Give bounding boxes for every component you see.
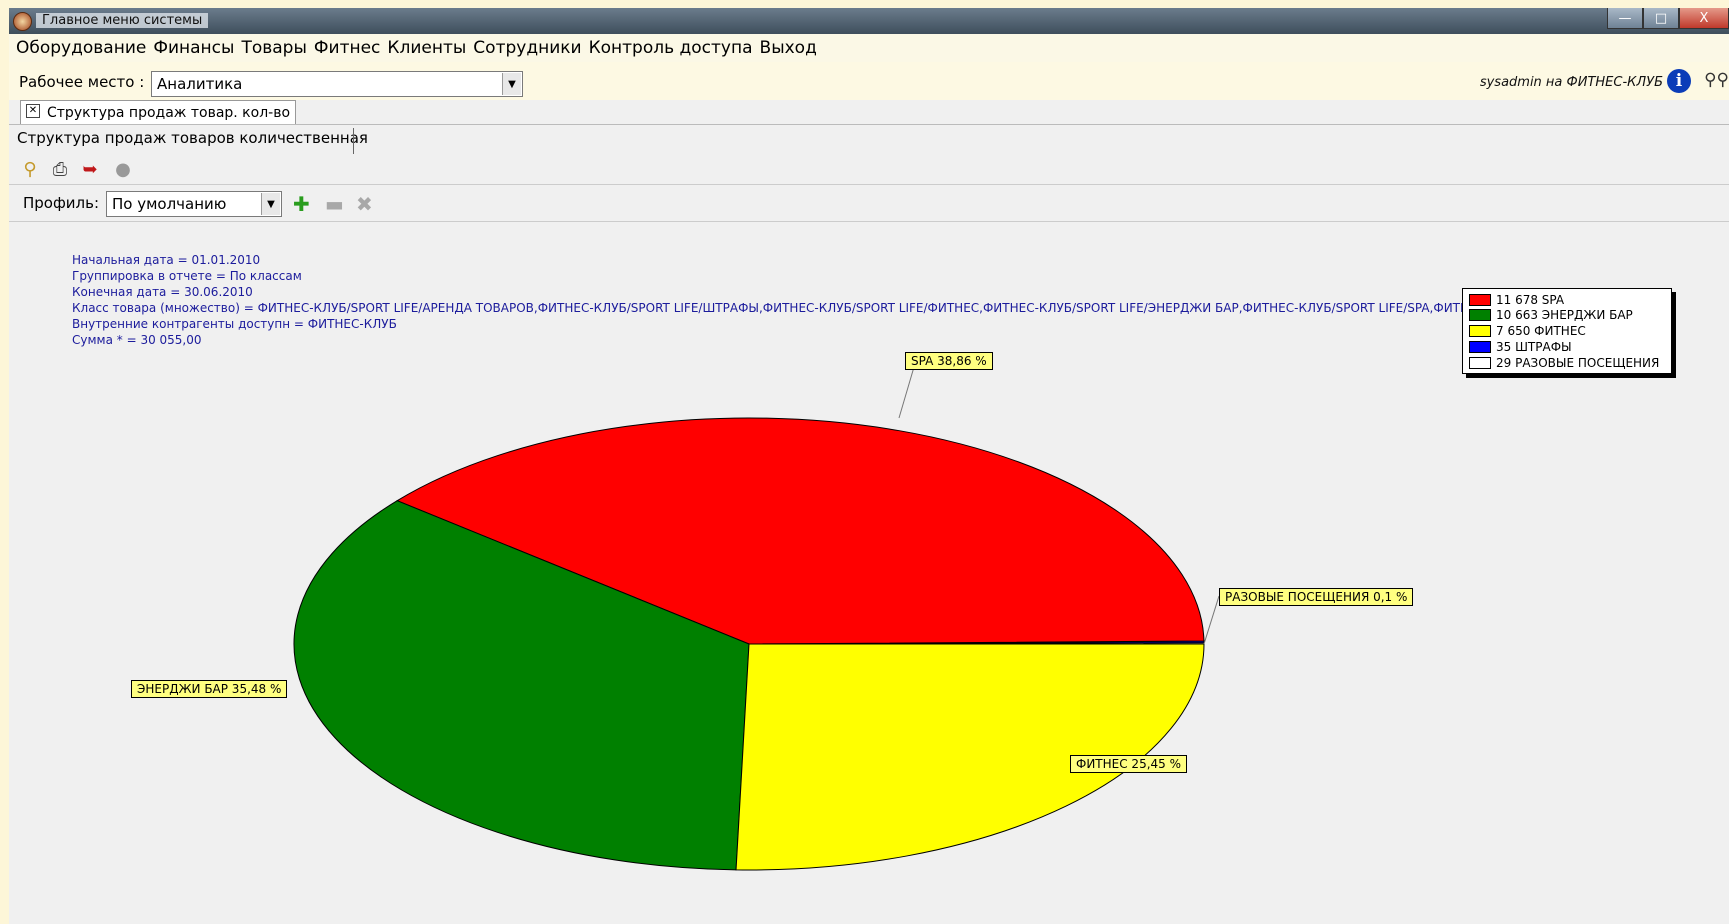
chart-legend: 11 678 SPA 10 663 ЭНЕРДЖИ БАР 7 650 ФИТН… bbox=[1462, 288, 1672, 374]
pie-label-razovye: РАЗОВЫЕ ПОСЕЩЕНИЯ 0,1 % bbox=[1219, 588, 1414, 606]
app-icon bbox=[13, 12, 32, 31]
legend-swatch bbox=[1469, 294, 1491, 306]
close-window-button[interactable]: X bbox=[1679, 8, 1729, 29]
delete-profile-icon[interactable]: ✖ bbox=[356, 192, 373, 216]
legend-swatch bbox=[1469, 309, 1491, 321]
legend-swatch bbox=[1469, 325, 1491, 337]
pie-label-fitness: ФИТНЕС 25,45 % bbox=[1070, 755, 1188, 773]
profile-select-value: По умолчанию bbox=[112, 195, 227, 213]
current-user: sysadmin на ФИТНЕС-КЛУБ bbox=[1479, 75, 1663, 90]
profile-bar: Профиль: По умолчанию ▼ ✚ ▬ ✖ bbox=[9, 184, 1729, 222]
workspace-select[interactable]: Аналитика ▼ bbox=[151, 71, 523, 97]
chevron-down-icon[interactable]: ▼ bbox=[261, 193, 280, 215]
leader-line-razovye bbox=[1203, 595, 1220, 645]
legend-label: 7 650 ФИТНЕС bbox=[1496, 324, 1586, 338]
legend-label: 35 ШТРАФЫ bbox=[1496, 340, 1572, 354]
minimize-button[interactable]: — bbox=[1607, 8, 1643, 29]
info-icon[interactable]: i bbox=[1667, 69, 1691, 93]
report-tab-title: Структура продаж товаров количественная bbox=[17, 129, 368, 147]
add-profile-icon[interactable]: ✚ bbox=[293, 192, 310, 216]
report-toolbar: ⚲ ⎙ ➥ ● bbox=[9, 154, 1729, 184]
menu-employees[interactable]: Сотрудники bbox=[473, 38, 581, 58]
window-title: Главное меню системы bbox=[36, 13, 209, 28]
legend-swatch bbox=[1469, 357, 1491, 369]
menu-exit[interactable]: Выход bbox=[760, 38, 817, 58]
menu-goods[interactable]: Товары bbox=[241, 38, 306, 58]
legend-label: 10 663 ЭНЕРДЖИ БАР bbox=[1496, 308, 1633, 322]
legend-item: 7 650 ФИТНЕС bbox=[1469, 323, 1586, 339]
tab-divider bbox=[353, 128, 354, 154]
print-icon[interactable]: ⎙ bbox=[49, 158, 71, 180]
menu-access-control[interactable]: Контроль доступа bbox=[589, 38, 753, 58]
close-tab-icon[interactable]: ✕ bbox=[26, 104, 40, 118]
pie-label-energy-bar: ЭНЕРДЖИ БАР 35,48 % bbox=[131, 680, 288, 698]
report-area: Начальная дата = 01.01.2010 Группировка … bbox=[9, 222, 1729, 924]
main-window: Главное меню системы — □ X Оборудование Ф… bbox=[9, 8, 1729, 924]
menu-clients[interactable]: Клиенты bbox=[387, 38, 466, 58]
pie-label-spa: SPA 38,86 % bbox=[905, 352, 993, 370]
legend-item: 10 663 ЭНЕРДЖИ БАР bbox=[1469, 307, 1633, 323]
leader-line-spa bbox=[898, 366, 915, 419]
profile-label: Профиль: bbox=[23, 194, 100, 212]
menu-finance[interactable]: Финансы bbox=[153, 38, 234, 58]
person-icon[interactable]: ● bbox=[112, 158, 134, 180]
menu-fitness[interactable]: Фитнес bbox=[314, 38, 381, 58]
document-tab-title: Структура продаж товар. кол-во bbox=[47, 105, 291, 121]
menu-bar: Оборудование Финансы Товары Фитнес Клиенты Со… bbox=[9, 34, 1729, 62]
users-icon[interactable]: ⚲⚲ bbox=[1704, 70, 1729, 90]
save-profile-icon[interactable]: ▬ bbox=[325, 192, 344, 216]
legend-label: 11 678 SPA bbox=[1496, 293, 1565, 307]
document-tab[interactable]: ✕ Структура продаж товар. кол-во bbox=[20, 100, 297, 125]
legend-swatch bbox=[1469, 341, 1491, 353]
workspace-label: Рабочее место : bbox=[19, 73, 145, 91]
legend-item: 35 ШТРАФЫ bbox=[1469, 339, 1572, 355]
report-tab[interactable]: Структура продаж товаров количественная bbox=[9, 124, 1729, 155]
profile-select[interactable]: По умолчанию ▼ bbox=[106, 191, 282, 217]
preview-icon[interactable]: ⚲ bbox=[19, 158, 41, 180]
legend-item: 11 678 SPA bbox=[1469, 292, 1564, 308]
menu-equipment[interactable]: Оборудование bbox=[16, 38, 146, 58]
workspace-bar: Рабочее место : Аналитика ▼ sysadmin на … bbox=[9, 62, 1729, 100]
title-bar: Главное меню системы — □ X bbox=[9, 8, 1729, 34]
export-icon[interactable]: ➥ bbox=[79, 158, 101, 180]
legend-label: 29 РАЗОВЫЕ ПОСЕЩЕНИЯ bbox=[1496, 356, 1660, 370]
legend-item: 29 РАЗОВЫЕ ПОСЕЩЕНИЯ bbox=[1469, 355, 1659, 371]
maximize-button[interactable]: □ bbox=[1643, 8, 1679, 29]
workspace-select-value: Аналитика bbox=[157, 75, 243, 93]
chevron-down-icon[interactable]: ▼ bbox=[502, 73, 521, 95]
